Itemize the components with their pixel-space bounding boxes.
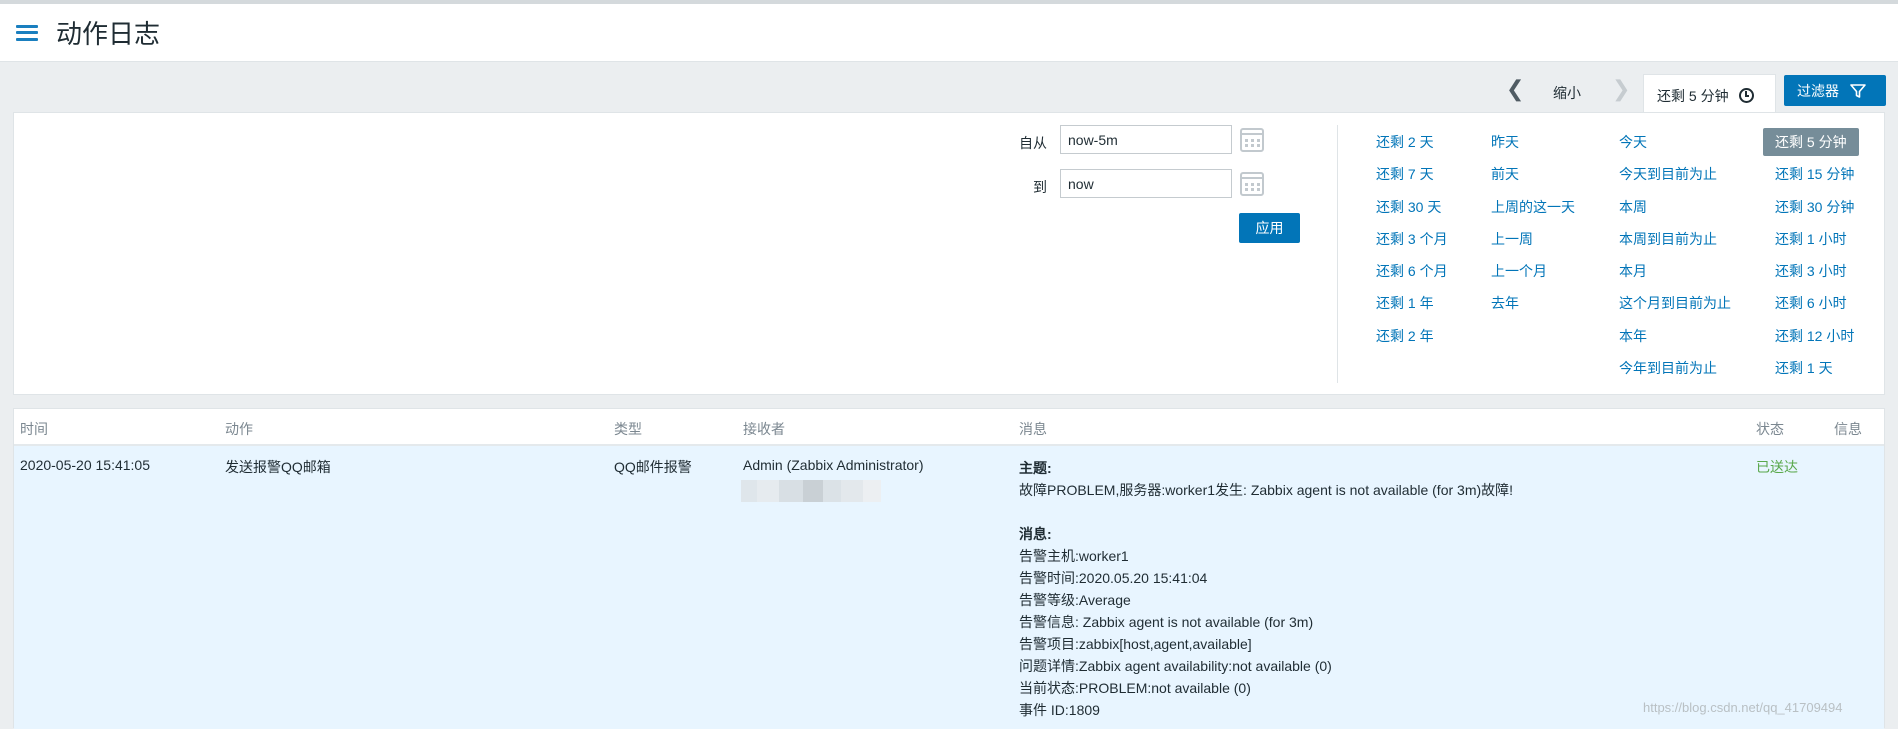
column-header-recipient: 接收者 bbox=[743, 421, 785, 437]
quick-range-link[interactable]: 还剩 7 天 bbox=[1376, 164, 1434, 184]
quick-range-link[interactable]: 今天到目前为止 bbox=[1619, 164, 1717, 184]
quick-range-link[interactable]: 还剩 6 小时 bbox=[1775, 293, 1847, 313]
quick-range-link[interactable]: 昨天 bbox=[1491, 132, 1519, 152]
from-input[interactable] bbox=[1060, 125, 1232, 154]
page-header: 动作日志 bbox=[0, 4, 1898, 62]
to-input[interactable] bbox=[1060, 169, 1232, 198]
quick-range-link[interactable]: 本月 bbox=[1619, 261, 1647, 281]
filter-tab-label: 过滤器 bbox=[1797, 82, 1839, 99]
quick-range-link[interactable]: 还剩 3 小时 bbox=[1775, 261, 1847, 281]
table-row: 2020-05-20 15:41:05 发送报警QQ邮箱 QQ邮件报警 Admi… bbox=[14, 446, 1884, 729]
from-label: 自从 bbox=[1019, 135, 1047, 151]
watermark: https://blog.csdn.net/qq_41709494 bbox=[1643, 700, 1843, 715]
message-line: 事件 ID:1809 bbox=[1019, 702, 1100, 718]
quick-range-link[interactable]: 今天 bbox=[1619, 132, 1647, 152]
chevron-right-icon[interactable]: ❯ bbox=[1612, 78, 1630, 100]
column-header-type: 类型 bbox=[614, 421, 642, 437]
clock-icon bbox=[1738, 88, 1754, 103]
page-title: 动作日志 bbox=[56, 19, 161, 49]
time-filter-panel: 自从 到 应用 还剩 2 天 还剩 7 天 还剩 30 天 还剩 3 个月 还剩… bbox=[13, 112, 1885, 395]
calendar-icon[interactable] bbox=[1240, 128, 1264, 152]
quick-range-link[interactable]: 还剩 12 小时 bbox=[1775, 326, 1854, 346]
column-header-action: 动作 bbox=[225, 421, 253, 437]
message-line: 告警时间:2020.05.20 15:41:04 bbox=[1019, 570, 1208, 586]
subject-text: 故障PROBLEM,服务器:worker1发生: Zabbix agent is… bbox=[1019, 482, 1514, 498]
quick-range-link[interactable]: 还剩 30 天 bbox=[1376, 197, 1441, 217]
quick-range-link[interactable]: 上一周 bbox=[1491, 229, 1533, 249]
cell-message: 主题: 故障PROBLEM,服务器:worker1发生: Zabbix agen… bbox=[1019, 457, 1513, 721]
quick-range-link[interactable]: 还剩 2 年 bbox=[1376, 326, 1434, 346]
quick-range-link[interactable]: 本周到目前为止 bbox=[1619, 229, 1717, 249]
quick-range-link[interactable]: 上一个月 bbox=[1491, 261, 1547, 281]
column-header-message: 消息 bbox=[1019, 421, 1047, 437]
quick-range-link[interactable]: 还剩 1 小时 bbox=[1775, 229, 1847, 249]
message-line: 问题详情:Zabbix agent availability:not avail… bbox=[1019, 658, 1332, 674]
menu-icon[interactable] bbox=[16, 24, 38, 41]
cell-recipient: Admin (Zabbix Administrator) bbox=[743, 457, 924, 473]
cell-action: 发送报警QQ邮箱 bbox=[225, 459, 331, 475]
message-label: 消息: bbox=[1019, 526, 1052, 542]
subject-label: 主题: bbox=[1019, 460, 1052, 476]
zoom-out-button[interactable]: 缩小 bbox=[1553, 83, 1581, 103]
calendar-icon[interactable] bbox=[1240, 172, 1264, 196]
quick-range-link[interactable]: 还剩 30 分钟 bbox=[1775, 197, 1854, 217]
action-log-table: 时间 动作 类型 接收者 消息 状态 信息 2020-05-20 15:41:0… bbox=[13, 408, 1885, 729]
quick-range-link[interactable]: 今年到目前为止 bbox=[1619, 358, 1717, 378]
message-line: 当前状态:PROBLEM:not available (0) bbox=[1019, 680, 1251, 696]
column-header-status: 状态 bbox=[1756, 421, 1784, 437]
redacted-recipient-address bbox=[741, 480, 881, 502]
time-range-label: 还剩 5 分钟 bbox=[1657, 87, 1729, 104]
funnel-icon bbox=[1850, 83, 1866, 98]
quick-range-link[interactable]: 上周的这一天 bbox=[1491, 197, 1575, 217]
quick-range-link[interactable]: 还剩 2 天 bbox=[1376, 132, 1434, 152]
quick-range-link[interactable]: 本周 bbox=[1619, 197, 1647, 217]
message-line: 告警项目:zabbix[host,agent,available] bbox=[1019, 636, 1252, 652]
quick-range-link[interactable]: 还剩 15 分钟 bbox=[1775, 164, 1854, 184]
cell-type: QQ邮件报警 bbox=[614, 459, 692, 475]
quick-range-link-selected[interactable]: 还剩 5 分钟 bbox=[1763, 128, 1859, 156]
time-range-tab[interactable]: 还剩 5 分钟 bbox=[1643, 74, 1776, 116]
cell-time: 2020-05-20 15:41:05 bbox=[20, 457, 150, 473]
apply-button[interactable]: 应用 bbox=[1239, 213, 1300, 243]
divider bbox=[1337, 125, 1338, 383]
chevron-left-icon[interactable]: ❮ bbox=[1506, 78, 1524, 100]
quick-range-link[interactable]: 还剩 3 个月 bbox=[1376, 229, 1448, 249]
status-badge: 已送达 bbox=[1756, 459, 1798, 475]
to-label: 到 bbox=[1033, 179, 1047, 195]
quick-range-link[interactable]: 本年 bbox=[1619, 326, 1647, 346]
message-line: 告警信息: Zabbix agent is not available (for… bbox=[1019, 614, 1314, 630]
quick-range-link[interactable]: 还剩 6 个月 bbox=[1376, 261, 1448, 281]
filter-tab-button[interactable]: 过滤器 bbox=[1784, 75, 1886, 106]
message-line: 告警主机:worker1 bbox=[1019, 548, 1129, 564]
quick-range-link[interactable]: 去年 bbox=[1491, 293, 1519, 313]
filter-tabs: ❮ 缩小 ❯ 还剩 5 分钟 过滤器 bbox=[0, 62, 1898, 116]
quick-range-link[interactable]: 还剩 1 年 bbox=[1376, 293, 1434, 313]
message-line: 告警等级:Average bbox=[1019, 592, 1131, 608]
quick-range-link[interactable]: 还剩 1 天 bbox=[1775, 358, 1833, 378]
quick-range-link[interactable]: 这个月到目前为止 bbox=[1619, 293, 1731, 313]
column-header-time[interactable]: 时间 bbox=[20, 419, 48, 439]
quick-range-link[interactable]: 前天 bbox=[1491, 164, 1519, 184]
column-header-info: 信息 bbox=[1834, 421, 1862, 437]
